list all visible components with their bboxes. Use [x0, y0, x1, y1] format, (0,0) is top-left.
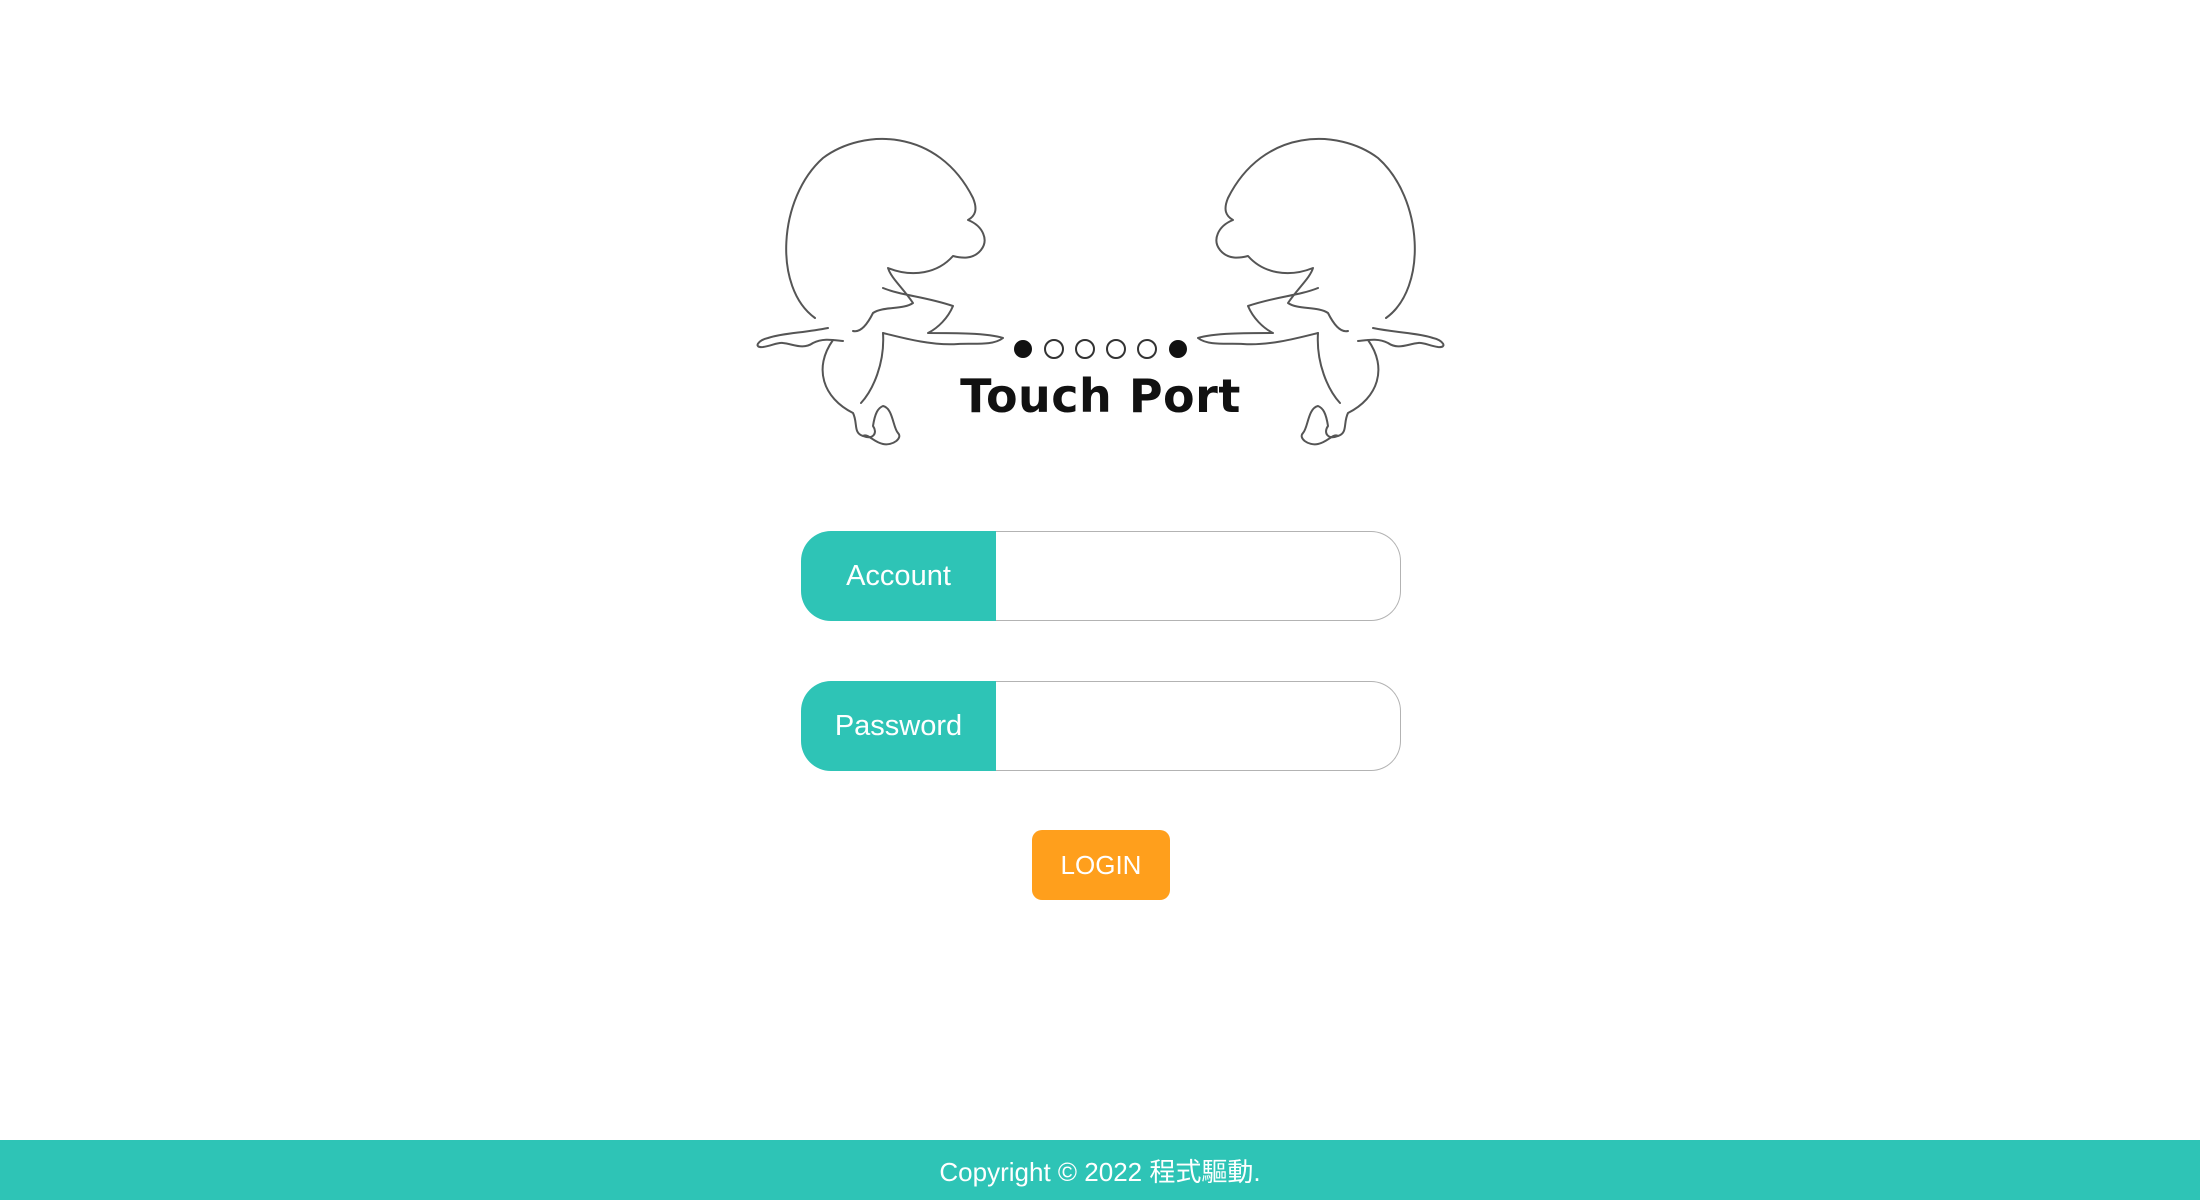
- login-form: Account Password: [801, 531, 1401, 831]
- dot-empty-icon: [1075, 339, 1095, 359]
- password-input[interactable]: [996, 681, 1401, 771]
- dot-row: [1014, 339, 1187, 359]
- dot-filled-icon: [1169, 340, 1187, 358]
- account-input[interactable]: [996, 531, 1401, 621]
- login-page: Touch Port Account Password LOGIN Copyri…: [0, 0, 2200, 1200]
- footer: Copyright © 2022 程式驅動.: [0, 1140, 2200, 1200]
- right-mascot-head: [1215, 137, 1416, 333]
- right-mascot-arm-left: [1197, 287, 1319, 346]
- dot-filled-icon: [1014, 340, 1032, 358]
- password-label: Password: [801, 681, 996, 771]
- touch-port-logo: Touch Port: [753, 128, 1448, 460]
- login-button[interactable]: LOGIN: [1032, 830, 1170, 900]
- left-mascot-arm-right: [882, 287, 1004, 346]
- dot-empty-icon: [1137, 339, 1157, 359]
- left-mascot-head: [785, 137, 986, 333]
- account-field-group: Account: [801, 531, 1401, 621]
- copyright-text: Copyright © 2022 程式驅動.: [939, 1156, 1261, 1187]
- account-label: Account: [801, 531, 996, 621]
- dot-empty-icon: [1106, 339, 1126, 359]
- dot-empty-icon: [1044, 339, 1064, 359]
- password-field-group: Password: [801, 681, 1401, 771]
- logo-title: Touch Port: [960, 369, 1241, 423]
